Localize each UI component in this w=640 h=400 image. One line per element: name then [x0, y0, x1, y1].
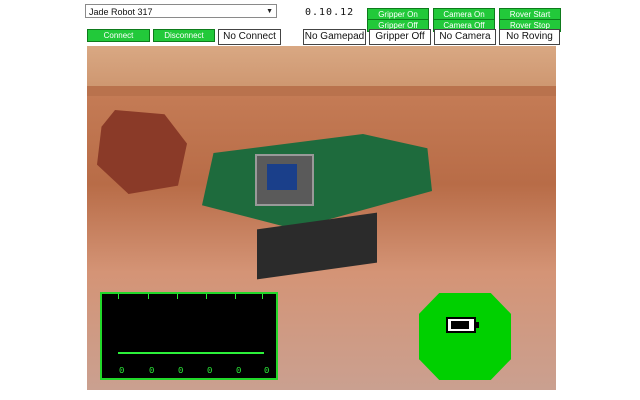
readout-value: 0 — [178, 366, 184, 376]
readout-tick — [118, 294, 119, 299]
controller-readout-panel: 0 0 0 0 0 0 — [100, 292, 278, 380]
robot-select-value: Jade Robot 317 — [89, 7, 153, 17]
readout-baseline — [118, 352, 264, 354]
readout-tick — [148, 294, 149, 299]
battery-panel — [419, 293, 511, 380]
connect-status: No Connect — [218, 29, 281, 45]
readout-value: 0 — [264, 366, 270, 376]
readout-tick — [206, 294, 207, 299]
readout-tick — [235, 294, 236, 299]
readout-value: 0 — [119, 366, 125, 376]
robot-display-screen — [267, 164, 297, 190]
version-label: 0.10.12 — [305, 7, 355, 18]
readout-value: 0 — [236, 366, 242, 376]
robot-select[interactable]: Jade Robot 317 ▼ — [85, 4, 277, 18]
readout-value: 0 — [149, 366, 155, 376]
chevron-down-icon: ▼ — [266, 8, 273, 15]
roving-status: No Roving — [499, 29, 560, 45]
connect-button[interactable]: Connect — [87, 29, 150, 42]
gamepad-status: No Gamepad — [303, 29, 366, 45]
gripper-status: Gripper Off — [369, 29, 431, 45]
readout-tick — [177, 294, 178, 299]
readout-tick — [262, 294, 263, 299]
readout-value: 0 — [207, 366, 213, 376]
battery-icon — [446, 317, 479, 333]
disconnect-button[interactable]: Disconnect — [153, 29, 215, 42]
camera-status: No Camera — [434, 29, 496, 45]
